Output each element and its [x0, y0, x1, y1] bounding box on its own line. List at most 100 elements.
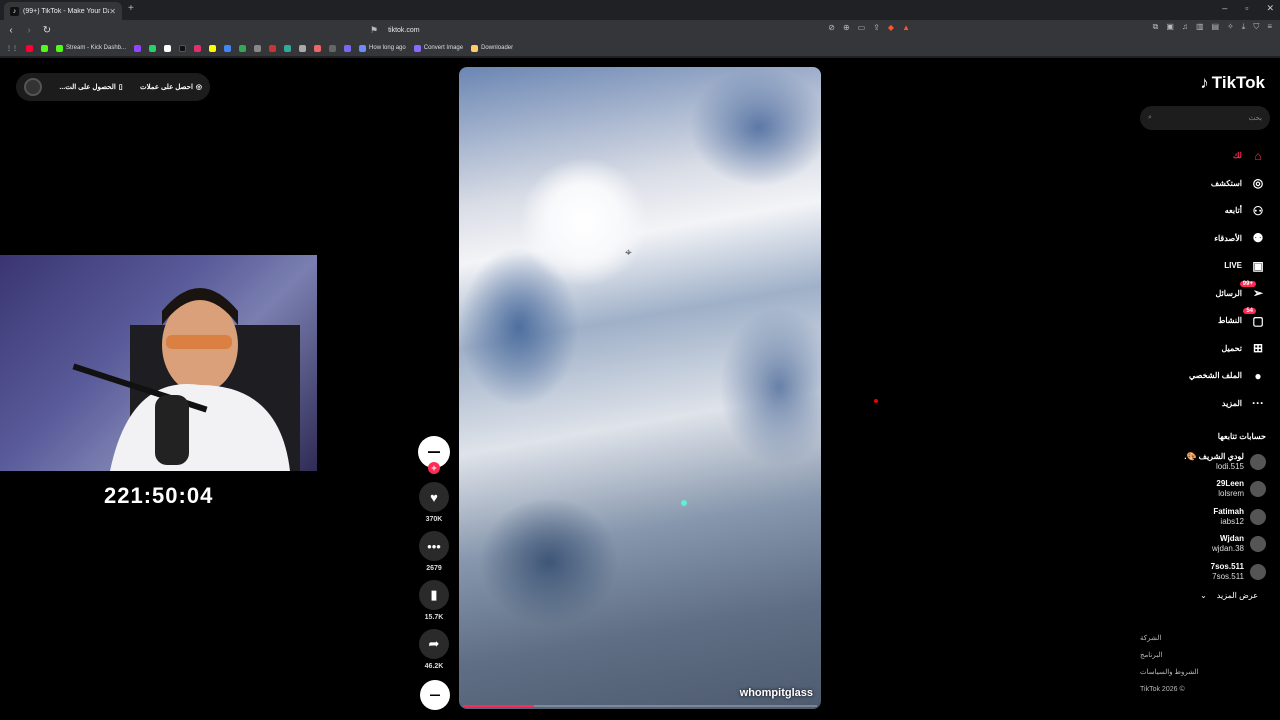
footer-link[interactable]: الشركة	[1140, 630, 1280, 647]
user-avatar[interactable]	[24, 78, 43, 96]
video-player[interactable]: ⌖ whompitglass	[459, 67, 821, 709]
url-text[interactable]: tiktok.com	[388, 27, 420, 34]
back-icon[interactable]: ‹	[4, 25, 18, 36]
following-item[interactable]: 29Leen lolsrem	[1140, 476, 1266, 504]
minimize-icon[interactable]: –	[1222, 3, 1227, 14]
bookmark-misc-5[interactable]	[314, 44, 322, 52]
bookmark-convert-image[interactable]: Convert Image	[413, 44, 463, 52]
bookmark-x[interactable]	[164, 44, 172, 52]
sidebar-item-8[interactable]: ● الملف الشخصي	[1146, 362, 1266, 390]
logo-text: TikTok	[1211, 73, 1265, 92]
extension-icon[interactable]: ⧉	[1153, 22, 1159, 32]
bookmark-kick-dashboard[interactable]: Stream - Kick Dashb...	[56, 44, 126, 52]
like-count: 370K	[425, 516, 443, 523]
bookmark-downloader[interactable]: Downloader	[471, 44, 513, 52]
footer-link[interactable]: الشروط والسياسات	[1140, 664, 1280, 681]
following-item[interactable]: Wjdan wjdan.38	[1140, 531, 1266, 559]
zoom-icon[interactable]: ⊕	[843, 23, 850, 32]
sidebar-toggle-icon[interactable]: ▥	[1196, 22, 1204, 32]
get-app-label: الحصول على الت...	[59, 84, 116, 91]
whatsapp-icon	[149, 44, 157, 52]
tiktok-logo[interactable]: TikTok ♪	[1200, 73, 1265, 93]
vpn-icon[interactable]: ⛉	[1253, 22, 1259, 32]
maximize-icon[interactable]: ▫	[1245, 3, 1248, 14]
music-icon[interactable]: ♫	[1182, 22, 1188, 32]
get-app-button[interactable]: ▯ الحصول على الت...	[59, 83, 122, 91]
heart-icon[interactable]: ♥	[419, 482, 449, 512]
home-icon: ⌂	[1254, 148, 1262, 163]
close-tab-icon[interactable]: ✕	[109, 7, 116, 16]
bookmark-misc-7[interactable]	[344, 44, 352, 52]
share-arrow-icon[interactable]: ➦	[419, 629, 449, 659]
sound-disc-avatar[interactable]: ▬▬	[420, 680, 450, 710]
sidebar-item-label: المزيد	[1221, 398, 1242, 408]
forward-icon[interactable]: ›	[22, 25, 36, 36]
browser-tab[interactable]: ♪ (99+) TikTok - Make Your Day ✕	[4, 2, 122, 20]
following-text: 29Leen lolsrem	[1216, 479, 1244, 499]
video-actions: ▬▬ + ♥ 370K ••• 2679 ▮ 15.7K ➦ 46.2K	[418, 436, 450, 678]
sidebar-item-0[interactable]: ⌂ لك	[1146, 142, 1266, 170]
bookmark-instagram[interactable]	[194, 44, 202, 52]
bookmark-misc-2[interactable]	[269, 44, 277, 52]
download-icon[interactable]: ⤓	[1242, 22, 1246, 32]
bookmark-icon[interactable]: ▮	[419, 580, 449, 610]
bookmark-whatsapp[interactable]	[149, 44, 157, 52]
brave-rewards-icon[interactable]: ▲	[902, 23, 910, 32]
bookmark-kick[interactable]	[41, 44, 48, 52]
sidebar-item-5[interactable]: ➢ الرسائل +99	[1146, 280, 1266, 308]
bookmark-tiktok[interactable]	[179, 44, 187, 52]
following-item[interactable]: لودي الشريف 🎨. lodi.515	[1140, 448, 1266, 476]
sidebar-item-3[interactable]: ⚉ الأصدقاء	[1146, 225, 1266, 253]
see-more-button[interactable]: عرض المزيد ⌄	[1200, 591, 1258, 600]
sidebar-item-6[interactable]: ▢ النشاط 54	[1146, 307, 1266, 335]
sidebar-item-7[interactable]: ⊞ تحميل	[1146, 335, 1266, 363]
maps-icon	[239, 44, 247, 52]
sidebar-item-1[interactable]: ◎ استكشف	[1146, 170, 1266, 198]
bookmark-misc-6[interactable]	[329, 44, 337, 52]
menu-icon[interactable]: ≡	[1267, 22, 1272, 32]
footer-link[interactable]: البرنامج	[1140, 647, 1280, 664]
bookmark-twitch[interactable]	[134, 44, 142, 52]
share-icon[interactable]: ⇪	[873, 23, 880, 32]
bookmark-misc-4[interactable]	[299, 44, 307, 52]
following-item[interactable]: 7sos.511 7sos.511	[1140, 558, 1266, 586]
bookmark-translate[interactable]	[224, 44, 232, 52]
leo-icon[interactable]: ✧	[1227, 22, 1234, 32]
youtube-icon	[26, 44, 33, 52]
avatar	[1250, 536, 1266, 553]
bookmark-icon[interactable]: ⚑	[370, 25, 378, 36]
bookmark-misc-3[interactable]	[284, 44, 292, 52]
sidebar-item-4[interactable]: ▣ LIVE	[1146, 252, 1266, 280]
apps-icon[interactable]: ⋮⋮	[6, 45, 18, 52]
video-progress-bar[interactable]	[463, 705, 817, 707]
following-item[interactable]: Fatimah iabs12	[1140, 503, 1266, 531]
creator-avatar[interactable]: ▬▬ +	[418, 436, 450, 474]
user-follow-icon: ⚇	[1252, 203, 1264, 218]
bookmark-misc-1[interactable]	[254, 44, 262, 52]
reload-icon[interactable]: ↻	[40, 25, 54, 36]
wallet-icon[interactable]: ▤	[1212, 22, 1220, 32]
address-bar[interactable]: ⚑ tiktok.com ⊘ ⊕ ▭ ⇪ ◆ ▲	[370, 22, 910, 38]
bookmark-snapchat[interactable]	[209, 44, 217, 52]
sidebar: TikTok ♪ بحث ⌕ ⌂ لك ◎ استكشف ⚇ أتابعه ⚉ الأصدقا…	[1140, 58, 1280, 720]
brave-shield-icon[interactable]: ◆	[888, 23, 894, 32]
bookmark-youtube[interactable]	[26, 44, 33, 52]
link-icon	[269, 44, 277, 52]
get-coins-button[interactable]: ◎ احصل على عملات	[140, 83, 202, 91]
sidebar-item-2[interactable]: ⚇ أتابعه	[1146, 197, 1266, 225]
following-username: lodi.515	[1215, 461, 1244, 471]
cast-icon[interactable]: ▭	[858, 23, 866, 32]
new-tab-button[interactable]: +	[128, 3, 134, 14]
footer-link[interactable]: © 2026 TikTok	[1140, 681, 1280, 698]
bookmark-how-long-ago[interactable]: How long ago	[359, 44, 406, 52]
search-icon[interactable]: ⌕	[1148, 114, 1152, 122]
promo-pill: ◎ احصل على عملات ▯ الحصول على الت...	[16, 73, 210, 101]
screenshot-icon[interactable]: ▣	[1166, 22, 1174, 32]
comment-icon[interactable]: •••	[419, 531, 449, 561]
sidebar-item-9[interactable]: ··· المزيد	[1146, 390, 1266, 418]
search-input[interactable]: بحث ⌕	[1140, 106, 1270, 130]
follow-plus-button[interactable]: +	[428, 462, 440, 474]
translate-icon[interactable]: ⊘	[828, 23, 835, 32]
bookmark-maps[interactable]	[239, 44, 247, 52]
close-window-icon[interactable]: ✕	[1266, 3, 1274, 14]
